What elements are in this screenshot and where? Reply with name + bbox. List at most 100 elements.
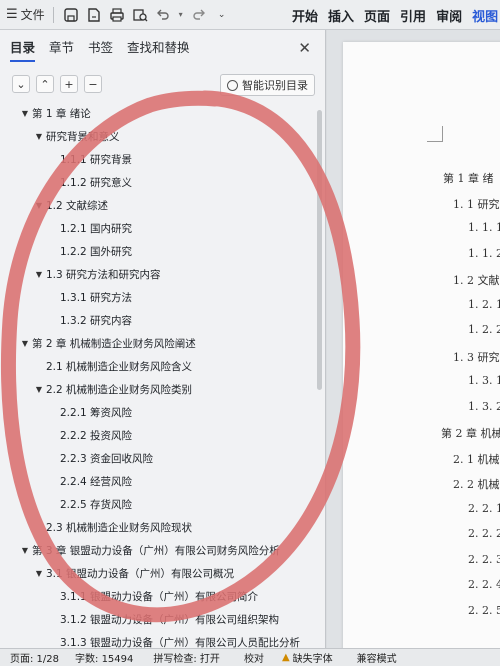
document-heading-line: 1. 1. 2 — [468, 246, 500, 260]
expand-caret-icon[interactable]: ▼ — [34, 201, 44, 210]
toc-item[interactable]: 3.1.3 银盟动力设备（广州）有限公司人员配比分析 — [0, 631, 325, 648]
document-heading-line: 1. 3. 1 — [468, 374, 500, 387]
toc-item-label: 第 2 章 机械制造企业财务风险阐述 — [32, 338, 196, 350]
undo-dropdown-icon[interactable]: ▾ — [177, 6, 185, 24]
toc-item[interactable]: 3.1.2 银盟动力设备（广州）有限公司组织架构 — [0, 608, 325, 631]
toc-item[interactable]: ▼ 1.2 文献综述 — [0, 194, 325, 217]
expand-all-button[interactable]: ⌃ — [36, 75, 54, 93]
document-heading-line: 2. 2. 4 — [468, 578, 500, 591]
file-menu-label: 文件 — [20, 8, 45, 22]
proofread-button[interactable]: 校对 — [244, 650, 264, 665]
toc-item-label: 2.1 机械制造企业财务风险含义 — [46, 361, 193, 373]
ribbon-tab[interactable]: 页面 — [364, 6, 390, 25]
spell-check-status[interactable]: 拼写检查: 打开 — [153, 650, 220, 665]
toolbar-divider — [52, 6, 54, 23]
toc-item[interactable]: 1.1.1 研究背景 — [0, 148, 325, 171]
document-page[interactable]: 第 1 章 绪 1. 1 研究 1. 1. 1 1. 1. 2 1. 2 文献 1. 2.… — [343, 42, 500, 652]
document-area[interactable]: 第 1 章 绪 1. 1 研究 1. 1. 1 1. 1. 2 1. 2 文献 1. 2.… — [327, 30, 500, 652]
toc-item[interactable]: 2.3 机械制造企业财务风险现状 — [0, 516, 325, 539]
toc-item[interactable]: 1.3.1 研究方法 — [0, 286, 325, 309]
print-icon[interactable] — [108, 6, 126, 24]
toc-item[interactable]: 2.2.1 筹资风险 — [0, 401, 325, 424]
document-heading-line: 2. 2 机械 — [453, 478, 500, 491]
close-icon[interactable]: ✕ — [298, 39, 311, 57]
expand-caret-icon[interactable]: ▼ — [34, 385, 44, 394]
document-heading-line: 1. 2. 1 — [468, 297, 500, 311]
toc-item[interactable]: 2.1 机械制造企业财务风险含义 — [0, 355, 325, 378]
toc-item-label: 1.2.1 国内研究 — [60, 223, 133, 235]
document-heading-line: 1. 2 文献 — [453, 274, 500, 287]
word-count[interactable]: 字数: 15494 — [75, 650, 133, 665]
toc-item[interactable]: ▼ 3.1 银盟动力设备（广州）有限公司概况 — [0, 562, 325, 585]
menu-bar: ☰ 文件 ▾ ⌄ 开始插入页面引用审阅视图工 — [0, 0, 500, 30]
page-margin-mark — [427, 126, 443, 142]
tab-toc[interactable]: 目录 — [10, 37, 36, 62]
expand-caret-icon[interactable]: ▼ — [34, 569, 44, 578]
toc-item[interactable]: ▼ 1.3 研究方法和研究内容 — [0, 263, 325, 286]
tab-find-replace[interactable]: 查找和替换 — [127, 37, 190, 60]
add-heading-button[interactable]: + — [60, 75, 78, 93]
toc-item-label: 1.2 文献综述 — [46, 200, 109, 212]
export-pdf-icon[interactable] — [85, 6, 103, 24]
tab-chapters[interactable]: 章节 — [49, 37, 74, 60]
chevron-down-icon: ⌄ — [16, 77, 26, 91]
document-heading-line: 1. 2. 2 — [468, 323, 500, 336]
save-icon[interactable] — [62, 6, 80, 24]
redo-icon[interactable] — [190, 6, 208, 24]
ribbon-tab[interactable]: 视图 — [472, 6, 498, 25]
more-dropdown-icon[interactable]: ⌄ — [213, 6, 231, 24]
toc-item[interactable]: 2.2.5 存货风险 — [0, 493, 325, 516]
toc-item-label: 1.3 研究方法和研究内容 — [46, 269, 161, 281]
toc-item[interactable]: ▼ 研究背景和意义 — [0, 125, 325, 148]
navigation-pane: 目录 章节 书签 查找和替换 ✕ ⌄ ⌃ + − 智能识别目录 ▼ 第 1 章 绪… — [0, 30, 326, 648]
file-menu[interactable]: ☰ 文件 — [6, 6, 45, 23]
toc-item[interactable]: 2.2.2 投资风险 — [0, 424, 325, 447]
toc-item-label: 2.2.1 筹资风险 — [60, 407, 133, 419]
toc-item-label: 2.2.2 投资风险 — [60, 430, 133, 442]
toc-item-label: 2.3 机械制造企业财务风险现状 — [46, 522, 193, 534]
ribbon-tab[interactable]: 开始 — [292, 6, 318, 25]
missing-font-warning[interactable]: ▲ 缺失字体 — [282, 650, 333, 665]
toc-item[interactable]: 3.1.1 银盟动力设备（广州）有限公司简介 — [0, 585, 325, 608]
undo-icon[interactable] — [154, 6, 172, 24]
print-preview-icon[interactable] — [131, 6, 149, 24]
toc-item-label: 1.2.2 国外研究 — [60, 246, 133, 258]
expand-caret-icon[interactable]: ▼ — [20, 109, 30, 118]
document-heading-line: 2. 2. 5 — [468, 603, 500, 617]
collapse-all-button[interactable]: ⌄ — [12, 75, 30, 93]
toc-item-label: 2.2.5 存货风险 — [60, 499, 133, 511]
expand-caret-icon[interactable]: ▼ — [34, 132, 44, 141]
toc-item[interactable]: 2.2.3 资金回收风险 — [0, 447, 325, 470]
toc-item-label: 1.1.2 研究意义 — [60, 177, 133, 189]
toc-item-label: 2.2.4 经营风险 — [60, 476, 133, 488]
document-heading-line: 1. 1. 1 — [468, 221, 500, 234]
toc-item[interactable]: ▼ 第 3 章 银盟动力设备（广州）有限公司财务风险分析 — [0, 539, 325, 562]
expand-caret-icon[interactable]: ▼ — [20, 546, 30, 555]
expand-caret-icon[interactable]: ▼ — [20, 339, 30, 348]
navigation-tabs: 目录 章节 书签 查找和替换 ✕ — [0, 30, 325, 66]
ribbon-tab[interactable]: 审阅 — [436, 6, 462, 25]
document-heading-line: 2. 1 机械 — [453, 452, 500, 466]
toc-tree: ▼ 第 1 章 绪论 ▼ 研究背景和意义 1.1.1 研究背景 1.1.2 研究意义 ▼ 1.… — [0, 102, 325, 648]
toc-item[interactable]: 1.3.2 研究内容 — [0, 309, 325, 332]
expand-caret-icon[interactable]: ▼ — [34, 270, 44, 279]
ribbon-tab[interactable]: 引用 — [400, 6, 426, 25]
toc-item[interactable]: 1.1.2 研究意义 — [0, 171, 325, 194]
toc-item[interactable]: 1.2.1 国内研究 — [0, 217, 325, 240]
toc-item[interactable]: 2.2.4 经营风险 — [0, 470, 325, 493]
toc-item[interactable]: ▼ 第 1 章 绪论 — [0, 102, 325, 125]
document-heading-line: 2. 2. 2 — [468, 527, 500, 540]
toc-item-label: 第 3 章 银盟动力设备（广州）有限公司财务风险分析 — [32, 545, 280, 557]
missing-font-label: 缺失字体 — [292, 654, 333, 665]
tab-bookmarks[interactable]: 书签 — [88, 37, 113, 60]
document-heading-line: 第 2 章 机械 — [441, 427, 500, 440]
remove-heading-button[interactable]: − — [84, 75, 102, 93]
page-indicator[interactable]: 页面: 1/28 — [10, 650, 59, 665]
smart-toc-button[interactable]: 智能识别目录 — [220, 74, 315, 96]
ribbon-tab[interactable]: 插入 — [328, 6, 354, 25]
toc-item-label: 3.1 银盟动力设备（广州）有限公司概况 — [46, 568, 235, 580]
toc-item[interactable]: 1.2.2 国外研究 — [0, 240, 325, 263]
toc-item[interactable]: ▼ 第 2 章 机械制造企业财务风险阐述 — [0, 332, 325, 355]
toc-item[interactable]: ▼ 2.2 机械制造企业财务风险类别 — [0, 378, 325, 401]
toc-scrollbar[interactable] — [317, 110, 322, 390]
